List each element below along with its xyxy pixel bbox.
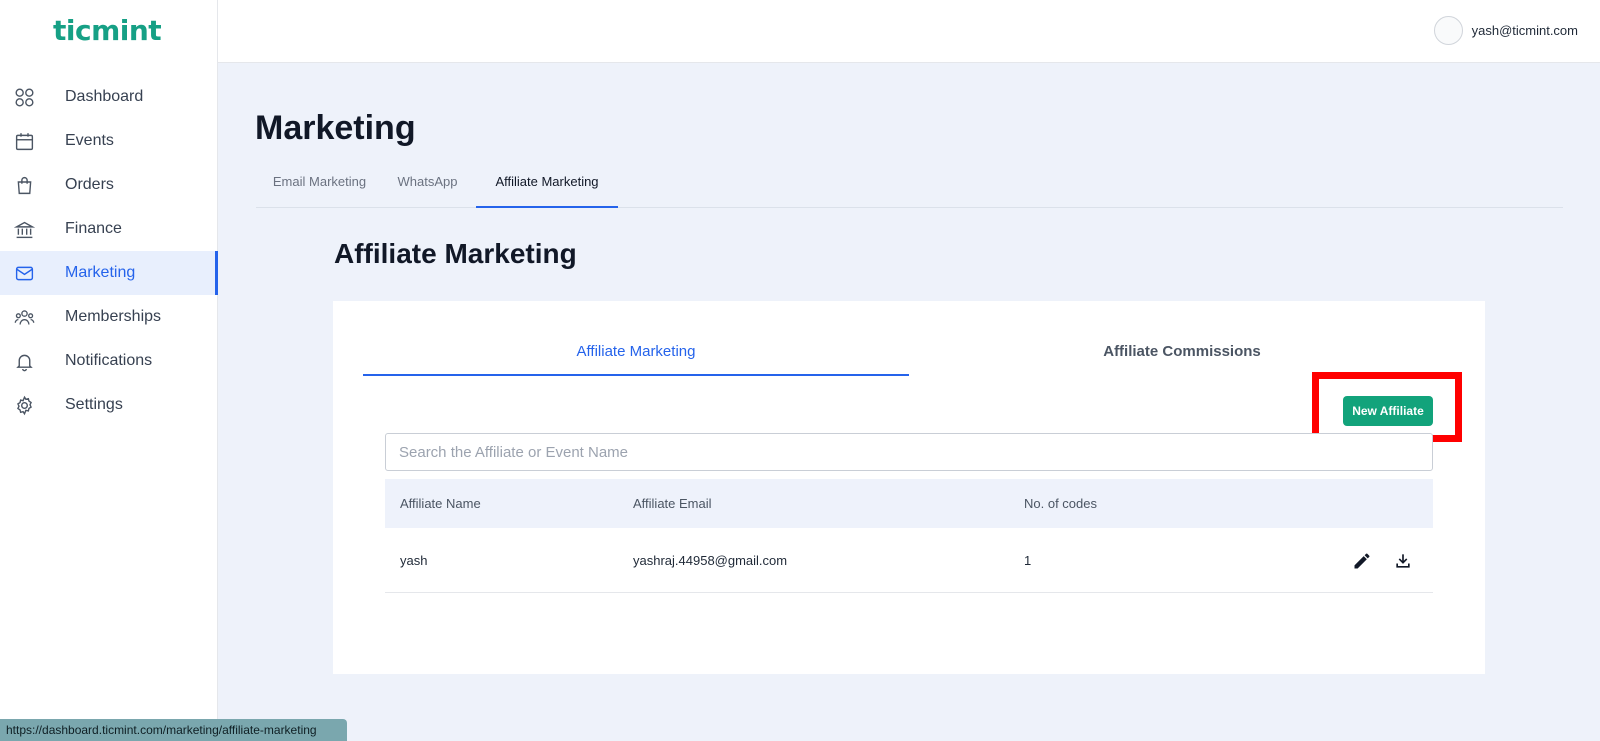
new-affiliate-button[interactable]: New Affiliate: [1343, 396, 1433, 426]
sidebar-item-label: Finance: [65, 220, 122, 237]
sidebar-item-label: Dashboard: [65, 88, 144, 105]
affiliate-table: Affiliate Name Affiliate Email No. of co…: [385, 479, 1433, 593]
sidebar-item-label: Marketing: [65, 264, 136, 281]
edit-icon[interactable]: [1352, 551, 1372, 571]
column-header-email: Affiliate Email: [633, 496, 712, 511]
sidebar-item-settings[interactable]: Settings: [0, 383, 218, 427]
sidebar-item-events[interactable]: Events: [0, 119, 218, 163]
page-title: Marketing: [255, 109, 416, 147]
table-header: Affiliate Name Affiliate Email No. of co…: [385, 479, 1433, 528]
sidebar-item-label: Orders: [65, 176, 114, 193]
user-email[interactable]: yash@ticmint.com: [1472, 23, 1578, 38]
affiliate-card: Affiliate Marketing Affiliate Commission…: [333, 301, 1485, 674]
sidebar-item-notifications[interactable]: Notifications: [0, 339, 218, 383]
users-icon: [14, 310, 35, 325]
status-bar-url: https://dashboard.ticmint.com/marketing/…: [0, 719, 347, 741]
search-input[interactable]: [385, 433, 1433, 471]
table-row: yash yashraj.44958@gmail.com 1: [385, 528, 1433, 593]
subtab-affiliate-commissions[interactable]: Affiliate Commissions: [909, 339, 1455, 376]
avatar[interactable]: [1434, 16, 1463, 45]
bank-icon: [14, 221, 35, 239]
sidebar-item-label: Events: [65, 132, 114, 149]
grid-icon: [15, 88, 34, 107]
sidebar-item-finance[interactable]: Finance: [0, 207, 218, 251]
cell-code-count: 1: [1024, 553, 1032, 568]
gear-icon: [17, 395, 32, 416]
tab-email-marketing[interactable]: Email Marketing: [256, 167, 383, 208]
bell-icon: [16, 354, 33, 372]
sidebar-item-label: Settings: [65, 396, 123, 413]
sidebar: ticmint Dashboard Events Orders Finance: [0, 0, 218, 741]
section-title: Affiliate Marketing: [334, 238, 577, 269]
calendar-icon: [15, 133, 34, 151]
cell-affiliate-name: yash: [400, 553, 428, 568]
column-header-codes: No. of codes: [1024, 496, 1097, 511]
sidebar-item-memberships[interactable]: Memberships: [0, 295, 218, 339]
tab-whatsapp[interactable]: WhatsApp: [383, 167, 472, 208]
tab-affiliate-marketing[interactable]: Affiliate Marketing: [476, 167, 618, 208]
download-icon[interactable]: [1393, 551, 1413, 571]
sidebar-item-marketing[interactable]: Marketing: [0, 251, 218, 295]
sidebar-item-label: Notifications: [65, 352, 153, 369]
sidebar-nav: Dashboard Events Orders Finance Marketin…: [0, 75, 218, 427]
column-header-name: Affiliate Name: [400, 496, 481, 511]
cell-affiliate-email: yashraj.44958@gmail.com: [633, 553, 788, 568]
mail-icon: [15, 266, 34, 281]
sidebar-item-label: Memberships: [65, 308, 162, 325]
ticmint-logo[interactable]: ticmint: [53, 14, 162, 47]
sidebar-item-orders[interactable]: Orders: [0, 163, 218, 207]
shopping-bag-icon: [17, 176, 32, 195]
top-bar: yash@ticmint.com: [218, 0, 1600, 63]
marketing-tabs: Email Marketing WhatsApp Affiliate Marke…: [256, 167, 1563, 208]
subtab-affiliate-marketing[interactable]: Affiliate Marketing: [363, 339, 909, 376]
sidebar-item-dashboard[interactable]: Dashboard: [0, 75, 218, 119]
